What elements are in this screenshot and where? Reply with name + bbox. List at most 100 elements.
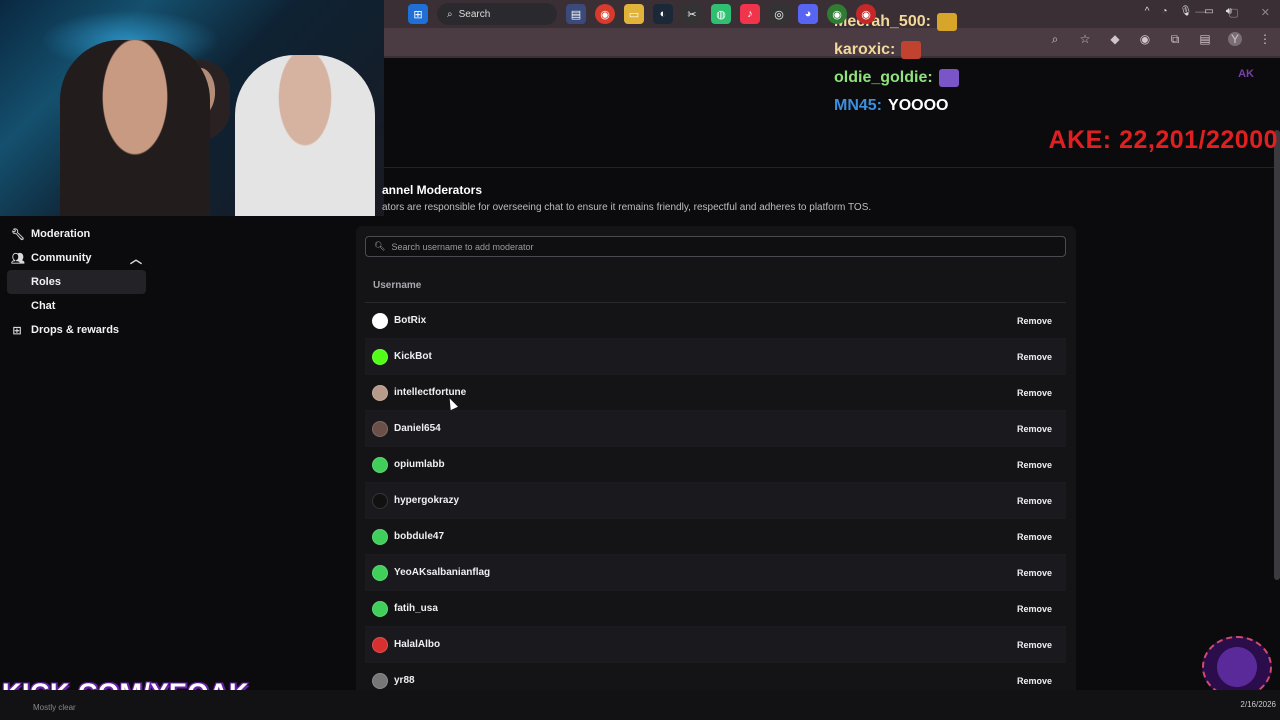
menu-icon[interactable]: ⋮ xyxy=(1258,32,1272,46)
discord-icon[interactable]: ◕ xyxy=(798,4,818,24)
system-tray: ^ ◔ 🎙︎ ▭ 🔊︎ xyxy=(1145,6,1232,17)
moderator-username[interactable]: HalalAlbo xyxy=(394,639,440,650)
sidebar-item-label: Drops & rewards xyxy=(31,324,120,336)
wrench-icon: 🔧︎ xyxy=(11,228,25,241)
flag-app-icon[interactable]: ▤ xyxy=(566,4,586,24)
moderator-username[interactable]: fatih_usa xyxy=(394,603,438,614)
table-row: hypergokrazy Remove xyxy=(365,483,1066,519)
avatar xyxy=(372,312,388,329)
chevron-up-icon[interactable]: ^ xyxy=(1145,6,1150,17)
sidebar-item-chat[interactable]: Chat xyxy=(0,294,160,318)
remove-moderator-button[interactable]: Remove xyxy=(1017,640,1052,650)
avatar xyxy=(372,348,388,365)
remove-moderator-button[interactable]: Remove xyxy=(1017,532,1052,542)
table-row: Daniel654 Remove xyxy=(365,411,1066,447)
sidebar-item-community[interactable]: 👥︎ Community ︿ xyxy=(0,246,160,270)
moderator-username[interactable]: opiumlabb xyxy=(394,459,445,470)
sidebar-item-label: Community xyxy=(31,252,92,264)
sidebar-item-roles[interactable]: Roles xyxy=(7,270,146,294)
moderator-username[interactable]: bobdule47 xyxy=(394,531,444,542)
chrome-icon[interactable]: ◉ xyxy=(595,4,615,24)
sidebar-item-moderation[interactable]: 🔧︎ Moderation xyxy=(0,222,160,246)
chat-message: oldie_goldie: xyxy=(834,64,959,92)
remove-moderator-button[interactable]: Remove xyxy=(1017,496,1052,506)
folder-icon[interactable]: ▭ xyxy=(624,4,644,24)
column-header-username: Username xyxy=(373,280,422,291)
remove-moderator-button[interactable]: Remove xyxy=(1017,388,1052,398)
gift-icon: ⊞ xyxy=(12,324,22,337)
emote-icon xyxy=(936,13,957,31)
sidebar-item-label: Moderation xyxy=(31,228,91,240)
table-row: intellectfortune Remove xyxy=(365,375,1066,411)
table-row: opiumlabb Remove xyxy=(365,447,1066,483)
avatar xyxy=(372,600,388,617)
remove-moderator-button[interactable]: Remove xyxy=(1017,604,1052,614)
chevron-up-icon[interactable]: ︿ xyxy=(130,250,142,267)
moderators-list: BotRix Remove KickBot Remove intellectfortun… xyxy=(365,303,1066,699)
extension-icon[interactable]: ◉ xyxy=(1138,32,1152,46)
remove-moderator-button[interactable]: Remove xyxy=(1017,568,1052,578)
table-row: YeoAKsalbanianflag Remove xyxy=(365,555,1066,591)
bookmark-star-icon[interactable]: ☆ xyxy=(1078,32,1092,46)
table-row: fatih_usa Remove xyxy=(365,591,1066,627)
chrome-dev-icon[interactable]: ◉ xyxy=(827,4,847,24)
search-input[interactable] xyxy=(391,241,1052,252)
page-title: annel Moderators xyxy=(382,183,483,197)
moderator-username[interactable]: intellectfortune xyxy=(394,387,466,398)
users-icon: 👥︎ xyxy=(11,252,25,265)
page-scrollbar[interactable] xyxy=(1274,130,1280,580)
sidebar-item-label: Roles xyxy=(31,276,61,288)
remove-moderator-button[interactable]: Remove xyxy=(1017,676,1052,686)
avatar xyxy=(372,672,388,689)
music-icon[interactable]: ♪ xyxy=(740,4,760,24)
volume-icon[interactable]: 🔊︎ xyxy=(1226,6,1232,17)
zoom-icon[interactable]: ⌕ xyxy=(1048,32,1062,46)
browser-toolbar: ⌕ ☆ ◆ ◉ ⧉ ▤ Y ⋮ xyxy=(1048,32,1272,46)
remove-moderator-button[interactable]: Remove xyxy=(1017,316,1052,326)
chat-message: karoxic: xyxy=(834,36,959,64)
moderator-username[interactable]: yr88 xyxy=(394,675,415,686)
chat-text: YOOOO xyxy=(888,97,949,114)
obs-icon[interactable]: ◎ xyxy=(769,4,789,24)
sidepanel-icon[interactable]: ▤ xyxy=(1198,32,1212,46)
sidebar-item-drops-rewards[interactable]: ⊞ Drops & rewards xyxy=(0,318,160,342)
network-icon[interactable]: ◔ xyxy=(1161,6,1167,17)
moderator-username[interactable]: Daniel654 xyxy=(394,423,441,434)
weather-widget[interactable]: Mostly clear xyxy=(33,703,76,712)
close-icon[interactable]: ✕ xyxy=(1261,6,1270,19)
moderator-username[interactable]: YeoAKsalbanianflag xyxy=(394,567,490,578)
settings-sidebar: 🔧︎ Moderation 👥︎ Community ︿ Roles Chat … xyxy=(0,222,160,342)
taskbar-search[interactable]: ⌕ Search xyxy=(437,3,557,25)
monitor-icon[interactable]: ▭ xyxy=(1204,6,1213,17)
remove-moderator-button[interactable]: Remove xyxy=(1017,352,1052,362)
windows-taskbar xyxy=(0,690,1280,720)
steam-icon[interactable]: ◐ xyxy=(653,4,673,24)
avatar xyxy=(372,636,388,653)
chrome-alt-icon[interactable]: ◉ xyxy=(856,4,876,24)
microphone-icon[interactable]: 🎙︎ xyxy=(1180,6,1193,17)
remove-moderator-button[interactable]: Remove xyxy=(1017,424,1052,434)
shield-icon[interactable]: ◆ xyxy=(1108,32,1122,46)
profile-avatar[interactable]: Y xyxy=(1228,32,1242,46)
sidebar-item-label: Chat xyxy=(31,300,56,312)
capcut-icon[interactable]: ✂ xyxy=(682,4,702,24)
search-icon: ⌕ xyxy=(447,8,453,20)
moderator-username[interactable]: hypergokrazy xyxy=(394,495,459,506)
webcam-person xyxy=(235,55,375,216)
taskbar-date: 2/16/2026 xyxy=(1240,700,1276,709)
puzzle-icon[interactable]: ⧉ xyxy=(1168,32,1182,46)
whatsapp-icon[interactable]: ◍ xyxy=(711,4,731,24)
table-row: HalalAlbo Remove xyxy=(365,627,1066,663)
webcam-overlay xyxy=(0,0,384,216)
chat-username: karoxic: xyxy=(834,41,896,58)
avatar xyxy=(372,492,388,509)
moderator-search[interactable]: 🔍︎ xyxy=(365,236,1066,257)
moderator-username[interactable]: BotRix xyxy=(394,315,426,326)
webcam-person xyxy=(60,40,210,216)
remove-moderator-button[interactable]: Remove xyxy=(1017,460,1052,470)
emote-icon xyxy=(938,69,959,87)
windows-start-icon[interactable]: ⊞ xyxy=(408,4,428,24)
moderator-username[interactable]: KickBot xyxy=(394,351,432,362)
channel-logo-icon: AK xyxy=(1238,68,1254,80)
avatar xyxy=(372,528,388,545)
